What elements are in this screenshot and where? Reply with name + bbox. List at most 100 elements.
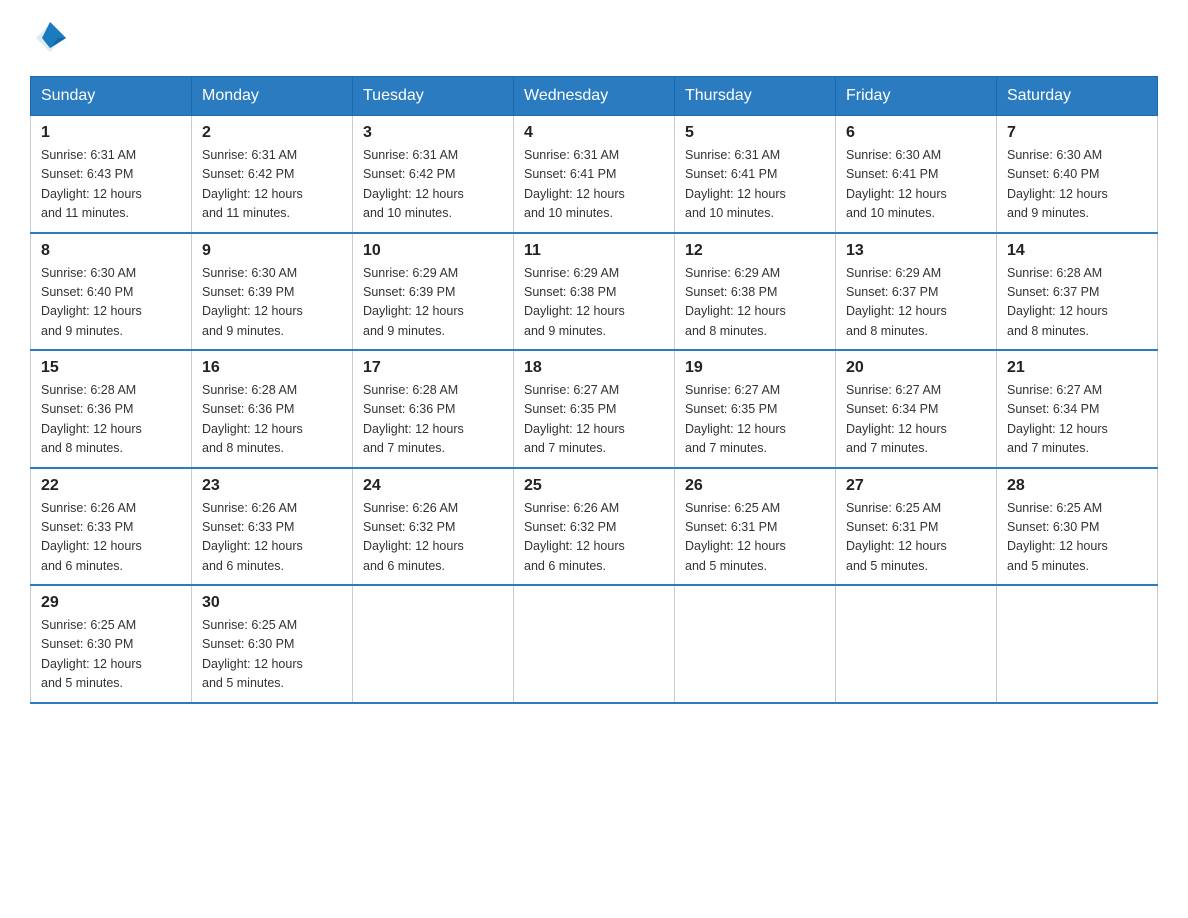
day-number: 6 [846, 124, 986, 142]
page-header [30, 20, 1158, 56]
day-number: 7 [1007, 124, 1147, 142]
calendar-week-row: 15 Sunrise: 6:28 AMSunset: 6:36 PMDayligh… [31, 350, 1158, 468]
day-number: 3 [363, 124, 503, 142]
day-info: Sunrise: 6:28 AMSunset: 6:36 PMDaylight:… [41, 381, 181, 459]
calendar-day-cell: 6 Sunrise: 6:30 AMSunset: 6:41 PMDaylight… [836, 116, 997, 233]
day-info: Sunrise: 6:31 AMSunset: 6:42 PMDaylight:… [202, 146, 342, 224]
calendar-day-cell: 12Sunrise: 6:29 AMSunset: 6:38 PMDayligh… [675, 233, 836, 351]
day-info: Sunrise: 6:26 AMSunset: 6:32 PMDaylight:… [524, 499, 664, 577]
day-number: 17 [363, 359, 503, 377]
day-number: 23 [202, 477, 342, 495]
calendar-day-cell: 23 Sunrise: 6:26 AMSunset: 6:33 PMDayligh… [192, 468, 353, 586]
calendar-day-cell: 16 Sunrise: 6:28 AMSunset: 6:36 PMDayligh… [192, 350, 353, 468]
calendar-day-cell: 5 Sunrise: 6:31 AMSunset: 6:41 PMDaylight… [675, 116, 836, 233]
day-number: 8 [41, 242, 181, 260]
day-info: Sunrise: 6:26 AMSunset: 6:32 PMDaylight:… [363, 499, 503, 577]
calendar-week-row: 1Sunrise: 6:31 AMSunset: 6:43 PMDaylight… [31, 116, 1158, 233]
day-info: Sunrise: 6:28 AMSunset: 6:37 PMDaylight:… [1007, 264, 1147, 342]
logo-icon [32, 20, 68, 56]
day-number: 16 [202, 359, 342, 377]
day-info: Sunrise: 6:29 AMSunset: 6:38 PMDaylight:… [524, 264, 664, 342]
day-number: 22 [41, 477, 181, 495]
calendar-table: SundayMondayTuesdayWednesdayThursdayFrid… [30, 76, 1158, 704]
calendar-day-cell: 15 Sunrise: 6:28 AMSunset: 6:36 PMDayligh… [31, 350, 192, 468]
day-number: 11 [524, 242, 664, 260]
calendar-header-row: SundayMondayTuesdayWednesdayThursdayFrid… [31, 77, 1158, 116]
calendar-day-header: Tuesday [353, 77, 514, 116]
day-number: 21 [1007, 359, 1147, 377]
calendar-day-cell: 8 Sunrise: 6:30 AMSunset: 6:40 PMDaylight… [31, 233, 192, 351]
day-info: Sunrise: 6:27 AMSunset: 6:34 PMDaylight:… [846, 381, 986, 459]
calendar-day-header: Monday [192, 77, 353, 116]
calendar-day-header: Sunday [31, 77, 192, 116]
day-number: 10 [363, 242, 503, 260]
day-info: Sunrise: 6:25 AMSunset: 6:31 PMDaylight:… [685, 499, 825, 577]
calendar-day-cell: 9Sunrise: 6:30 AMSunset: 6:39 PMDaylight… [192, 233, 353, 351]
calendar-day-cell: 24Sunrise: 6:26 AMSunset: 6:32 PMDayligh… [353, 468, 514, 586]
calendar-day-cell: 4 Sunrise: 6:31 AMSunset: 6:41 PMDaylight… [514, 116, 675, 233]
day-info: Sunrise: 6:28 AMSunset: 6:36 PMDaylight:… [363, 381, 503, 459]
calendar-day-cell: 26 Sunrise: 6:25 AMSunset: 6:31 PMDayligh… [675, 468, 836, 586]
day-info: Sunrise: 6:27 AMSunset: 6:35 PMDaylight:… [524, 381, 664, 459]
day-info: Sunrise: 6:31 AMSunset: 6:41 PMDaylight:… [524, 146, 664, 224]
calendar-week-row: 29 Sunrise: 6:25 AMSunset: 6:30 PMDayligh… [31, 585, 1158, 703]
calendar-day-cell: 2 Sunrise: 6:31 AMSunset: 6:42 PMDaylight… [192, 116, 353, 233]
calendar-day-cell: 20 Sunrise: 6:27 AMSunset: 6:34 PMDayligh… [836, 350, 997, 468]
logo [30, 20, 70, 56]
day-number: 5 [685, 124, 825, 142]
day-info: Sunrise: 6:29 AMSunset: 6:39 PMDaylight:… [363, 264, 503, 342]
day-info: Sunrise: 6:26 AMSunset: 6:33 PMDaylight:… [202, 499, 342, 577]
calendar-day-cell: 17 Sunrise: 6:28 AMSunset: 6:36 PMDayligh… [353, 350, 514, 468]
calendar-day-cell: 19 Sunrise: 6:27 AMSunset: 6:35 PMDayligh… [675, 350, 836, 468]
day-info: Sunrise: 6:25 AMSunset: 6:30 PMDaylight:… [202, 616, 342, 694]
day-number: 28 [1007, 477, 1147, 495]
calendar-day-header: Friday [836, 77, 997, 116]
day-info: Sunrise: 6:29 AMSunset: 6:37 PMDaylight:… [846, 264, 986, 342]
day-info: Sunrise: 6:27 AMSunset: 6:35 PMDaylight:… [685, 381, 825, 459]
calendar-day-cell: 22Sunrise: 6:26 AMSunset: 6:33 PMDayligh… [31, 468, 192, 586]
day-number: 29 [41, 594, 181, 612]
day-info: Sunrise: 6:29 AMSunset: 6:38 PMDaylight:… [685, 264, 825, 342]
day-number: 4 [524, 124, 664, 142]
calendar-day-cell [514, 585, 675, 703]
day-number: 20 [846, 359, 986, 377]
calendar-day-cell: 21 Sunrise: 6:27 AMSunset: 6:34 PMDayligh… [997, 350, 1158, 468]
calendar-day-cell: 27 Sunrise: 6:25 AMSunset: 6:31 PMDayligh… [836, 468, 997, 586]
day-number: 26 [685, 477, 825, 495]
day-number: 27 [846, 477, 986, 495]
calendar-day-header: Saturday [997, 77, 1158, 116]
calendar-day-header: Wednesday [514, 77, 675, 116]
day-info: Sunrise: 6:30 AMSunset: 6:40 PMDaylight:… [1007, 146, 1147, 224]
day-info: Sunrise: 6:31 AMSunset: 6:41 PMDaylight:… [685, 146, 825, 224]
day-info: Sunrise: 6:25 AMSunset: 6:31 PMDaylight:… [846, 499, 986, 577]
day-info: Sunrise: 6:30 AMSunset: 6:40 PMDaylight:… [41, 264, 181, 342]
calendar-week-row: 22 Sunrise: 6:26 AMSunset: 6:33 PMDayligh… [31, 468, 1158, 586]
calendar-day-cell: 11 Sunrise: 6:29 AMSunset: 6:38 PMDayligh… [514, 233, 675, 351]
calendar-day-cell: 18 Sunrise: 6:27 AMSunset: 6:35 PMDayligh… [514, 350, 675, 468]
calendar-day-cell: 7 Sunrise: 6:30 AMSunset: 6:40 PMDaylight… [997, 116, 1158, 233]
day-number: 18 [524, 359, 664, 377]
day-number: 14 [1007, 242, 1147, 260]
day-number: 2 [202, 124, 342, 142]
day-info: Sunrise: 6:28 AMSunset: 6:36 PMDaylight:… [202, 381, 342, 459]
day-info: Sunrise: 6:27 AMSunset: 6:34 PMDaylight:… [1007, 381, 1147, 459]
day-info: Sunrise: 6:25 AMSunset: 6:30 PMDaylight:… [41, 616, 181, 694]
calendar-day-cell: 30Sunrise: 6:25 AMSunset: 6:30 PMDayligh… [192, 585, 353, 703]
day-info: Sunrise: 6:30 AMSunset: 6:41 PMDaylight:… [846, 146, 986, 224]
calendar-day-cell: 3Sunrise: 6:31 AMSunset: 6:42 PMDaylight… [353, 116, 514, 233]
day-number: 19 [685, 359, 825, 377]
calendar-day-cell: 29 Sunrise: 6:25 AMSunset: 6:30 PMDayligh… [31, 585, 192, 703]
day-number: 15 [41, 359, 181, 377]
day-info: Sunrise: 6:25 AMSunset: 6:30 PMDaylight:… [1007, 499, 1147, 577]
calendar-day-cell: 1Sunrise: 6:31 AMSunset: 6:43 PMDaylight… [31, 116, 192, 233]
calendar-day-cell: 14 Sunrise: 6:28 AMSunset: 6:37 PMDayligh… [997, 233, 1158, 351]
calendar-day-cell: 28 Sunrise: 6:25 AMSunset: 6:30 PMDayligh… [997, 468, 1158, 586]
calendar-day-cell [353, 585, 514, 703]
day-info: Sunrise: 6:31 AMSunset: 6:43 PMDaylight:… [41, 146, 181, 224]
calendar-day-cell [997, 585, 1158, 703]
calendar-day-cell: 10 Sunrise: 6:29 AMSunset: 6:39 PMDayligh… [353, 233, 514, 351]
calendar-day-cell: 13 Sunrise: 6:29 AMSunset: 6:37 PMDayligh… [836, 233, 997, 351]
calendar-day-header: Thursday [675, 77, 836, 116]
day-number: 13 [846, 242, 986, 260]
calendar-day-cell [675, 585, 836, 703]
